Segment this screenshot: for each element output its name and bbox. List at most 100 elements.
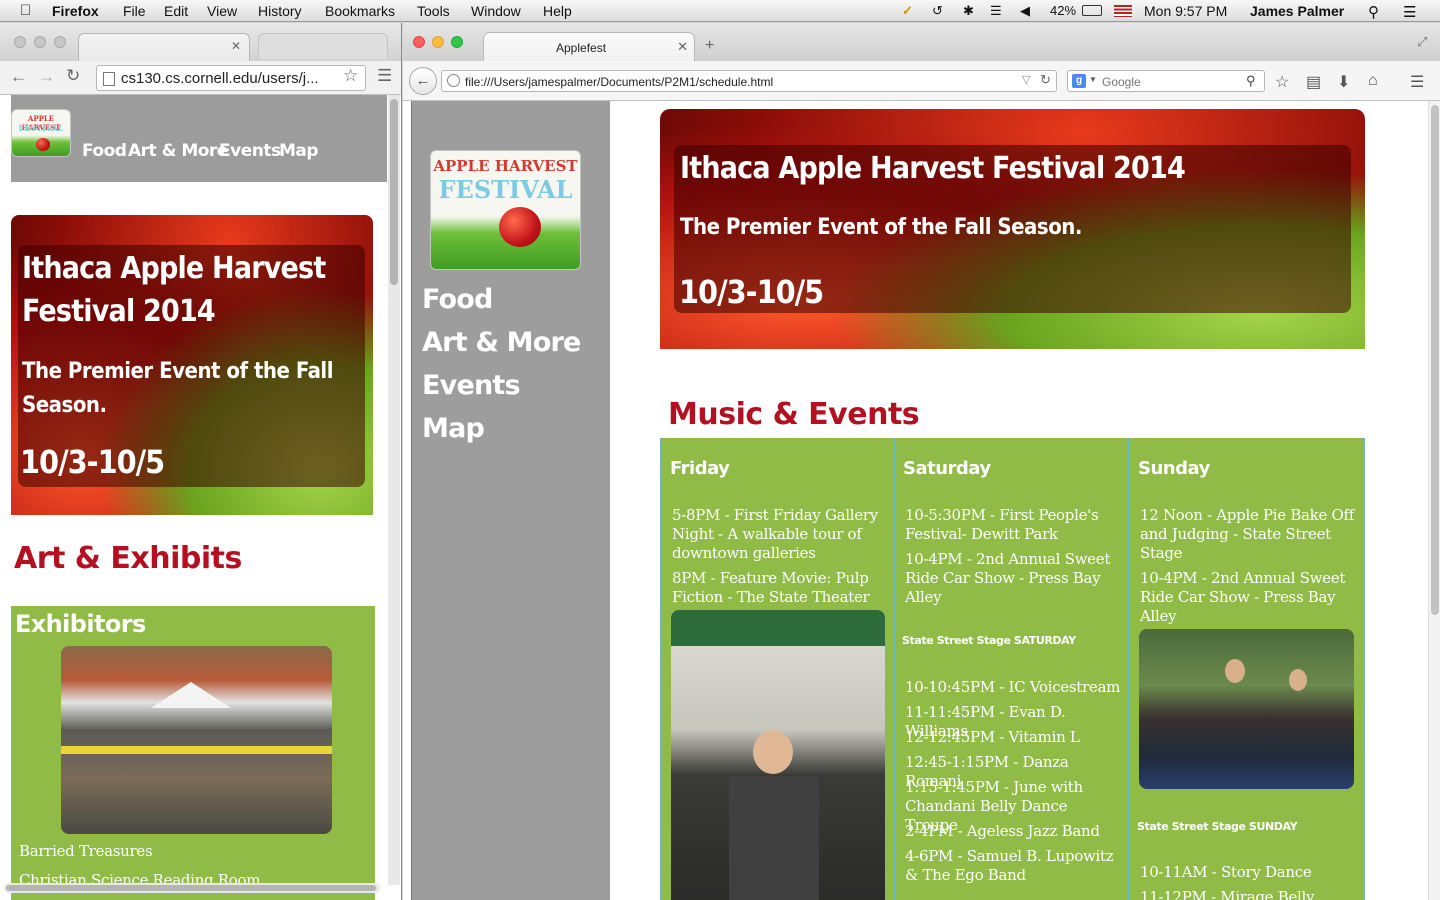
forward-arrow-icon[interactable]: → <box>38 67 55 87</box>
back-arrow-icon[interactable]: ← <box>10 67 27 87</box>
scrollbar-thumb[interactable] <box>390 99 398 285</box>
notification-center-icon[interactable]: ☰ <box>1403 3 1416 21</box>
battery-percent[interactable]: 42% <box>1050 3 1076 18</box>
fullscreen-icon[interactable]: ⤢ <box>1417 34 1427 50</box>
back-arrow-icon[interactable]: ← <box>409 67 437 95</box>
exhibitor-item[interactable]: Barried Treasures <box>19 842 153 860</box>
tab-title: Applefest <box>556 41 607 55</box>
home-icon[interactable]: ⌂ <box>1368 72 1378 90</box>
right-page-content: APPLE HARVEST FESTIVAL Food Art & More E… <box>403 101 1440 900</box>
nav-food[interactable]: Food <box>82 141 127 161</box>
volume-icon[interactable]: ◀ <box>1020 3 1030 19</box>
menu-window[interactable]: Window <box>471 3 521 19</box>
section-heading-art-exhibits: Art & Exhibits <box>14 541 242 576</box>
wifi-icon[interactable]: ☰ <box>990 3 1002 19</box>
menu-history[interactable]: History <box>258 3 302 19</box>
performer-face-detail <box>753 730 793 774</box>
performer-vest-detail <box>729 776 819 900</box>
nav-art-more[interactable]: Art & More <box>128 141 228 161</box>
close-tab-icon[interactable]: ✕ <box>677 39 688 55</box>
downloads-icon[interactable]: ⬇ <box>1337 72 1350 92</box>
minimize-window-button[interactable] <box>432 36 444 48</box>
zoom-window-button[interactable] <box>54 36 66 48</box>
schedule-event: 10-5:30PM - First People's Festival- Dew… <box>905 506 1099 543</box>
menu-hamburger-icon[interactable]: ☰ <box>1410 72 1424 92</box>
menu-app-firefox[interactable]: Firefox <box>52 3 99 19</box>
checkmark-status-icon[interactable]: ✓ <box>902 3 913 19</box>
url-dropdown-icon[interactable]: ▽ <box>1022 73 1030 86</box>
menu-file[interactable]: File <box>123 3 146 19</box>
reload-icon[interactable]: ↻ <box>1040 72 1051 88</box>
minimize-window-button[interactable] <box>34 36 46 48</box>
festival-logo[interactable]: APPLE HARVEST FESTIVAL <box>11 109 71 157</box>
bookmark-star-icon[interactable]: ☆ <box>1275 72 1289 92</box>
nav-map[interactable]: Map <box>279 141 319 161</box>
spotlight-search-icon[interactable]: ⚲ <box>1368 3 1379 21</box>
new-tab-button[interactable]: + <box>705 37 714 55</box>
stage-heading-saturday: State Street Stage SATURDAY <box>902 634 1076 647</box>
schedule-event: 10-10:45PM - IC Voicestream <box>905 678 1121 696</box>
close-tab-icon[interactable]: ✕ <box>231 39 241 53</box>
us-flag-input-icon[interactable] <box>1114 5 1132 17</box>
guitarist-detail <box>1289 669 1307 691</box>
nav-events[interactable]: Events <box>422 370 521 401</box>
applefest-tab[interactable]: Applefest ✕ <box>483 32 695 61</box>
search-field[interactable]: g ▼ Google ⚲ <box>1067 70 1265 92</box>
schedule-column-saturday: Saturday 10-5:30PM - First People's Fest… <box>895 438 1130 900</box>
close-window-button[interactable] <box>14 36 26 48</box>
left-toolbar: ← → ↻ cs130.cs.cornell.edu/users/j... ☆ … <box>0 61 401 95</box>
schedule-event: 11-12PM - Mirage Belly Dance <box>1140 888 1315 900</box>
schedule-event: 2-4PM - Ageless Jazz Band <box>905 822 1100 840</box>
menu-hamburger-icon[interactable]: ☰ <box>377 66 392 86</box>
google-search-engine-icon[interactable]: g <box>1072 74 1086 88</box>
menu-help[interactable]: Help <box>543 3 572 19</box>
left-address-bar[interactable]: cs130.cs.cornell.edu/users/j... <box>96 65 366 91</box>
left-tab-strip: ✕ <box>0 23 401 61</box>
nav-map[interactable]: Map <box>422 413 485 444</box>
right-tab-strip: Applefest ✕ + ⤢ <box>403 23 1440 61</box>
menu-clock[interactable]: Mon 9:57 PM <box>1144 3 1227 19</box>
menu-edit[interactable]: Edit <box>164 3 188 19</box>
nav-art-more[interactable]: Art & More <box>422 327 581 358</box>
festival-logo[interactable]: APPLE HARVEST FESTIVAL <box>430 150 581 270</box>
right-vertical-scrollbar[interactable] <box>1428 101 1440 900</box>
schedule-event: 10-4PM - 2nd Annual Sweet Ride Car Show … <box>1140 569 1346 625</box>
battery-icon[interactable] <box>1082 5 1102 16</box>
section-heading-music-events: Music & Events <box>668 397 920 432</box>
bookmarks-list-icon[interactable]: ▤ <box>1306 72 1321 92</box>
schedule-event: 5-8PM - First Friday Gallery Night - A w… <box>672 506 878 562</box>
bluetooth-icon[interactable]: ✱ <box>963 3 974 19</box>
search-engine-dropdown-icon[interactable]: ▼ <box>1089 75 1097 84</box>
left-horizontal-scrollbar[interactable] <box>4 883 380 893</box>
page-icon <box>103 72 115 86</box>
menu-tools[interactable]: Tools <box>417 3 450 19</box>
menu-bookmarks[interactable]: Bookmarks <box>325 3 395 19</box>
juggler-photo <box>671 610 885 900</box>
left-inactive-tab[interactable] <box>258 33 388 59</box>
nav-food[interactable]: Food <box>422 284 493 315</box>
menu-view[interactable]: View <box>207 3 237 19</box>
bookmark-star-icon[interactable]: ☆ <box>343 66 358 86</box>
zoom-window-button[interactable] <box>451 36 463 48</box>
day-heading-saturday: Saturday <box>903 458 991 479</box>
reload-icon[interactable]: ↻ <box>66 66 80 86</box>
right-address-bar[interactable]: file:///Users/jamespalmer/Documents/P2M1… <box>441 70 1057 92</box>
search-magnifier-icon[interactable]: ⚲ <box>1246 73 1256 89</box>
apple-logo-icon[interactable]:  <box>20 2 31 19</box>
macos-menu-bar:  Firefox File Edit View History Bookmar… <box>0 0 1440 22</box>
singer-detail <box>1225 659 1245 683</box>
left-vertical-scrollbar[interactable] <box>388 95 400 885</box>
day-heading-sunday: Sunday <box>1138 458 1210 479</box>
schedule-event: 12 Noon - Apple Pie Bake Off and Judging… <box>1140 506 1355 562</box>
left-page-content: APPLE HARVEST FESTIVAL Food Art & More E… <box>0 95 401 900</box>
left-active-tab[interactable]: ✕ <box>78 33 250 61</box>
scrollbar-thumb[interactable] <box>1431 105 1439 615</box>
site-sidebar-nav: APPLE HARVEST FESTIVAL Food Art & More E… <box>411 101 610 900</box>
apple-icon <box>36 138 50 151</box>
banner-subtitle: The Premier Event of the Fall Season. <box>22 359 334 418</box>
horizontal-scrollbar-thumb[interactable] <box>6 885 376 891</box>
close-window-button[interactable] <box>413 36 425 48</box>
time-machine-icon[interactable]: ↺ <box>932 3 943 19</box>
nav-events[interactable]: Events <box>219 141 281 161</box>
menu-user-name[interactable]: James Palmer <box>1250 3 1344 19</box>
